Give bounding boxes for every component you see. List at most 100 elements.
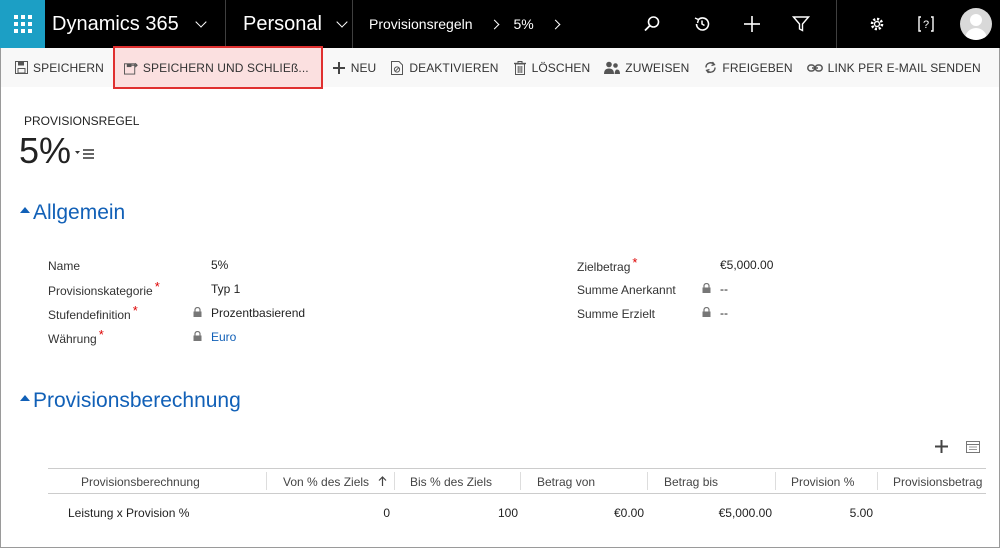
waffle-icon (13, 15, 32, 33)
assign-label: ZUWEISEN (625, 60, 690, 75)
new-button[interactable]: NEU (325, 48, 384, 87)
brand-name: Dynamics 365 (52, 12, 179, 35)
command-bar: SPEICHERN SPEICHERN UND SCHLIEß... NEU D… (1, 46, 1000, 89)
breadcrumb-entity[interactable]: Provisionsregeln (369, 16, 473, 32)
lock-icon (702, 283, 711, 293)
field-label-name: Name (48, 259, 81, 273)
field-value-total-achieved: -- (720, 306, 728, 320)
field-label-currency: Währung * (48, 327, 104, 346)
column-header-commission-percent[interactable]: Provision % (791, 475, 854, 489)
field-value-name[interactable]: 5% (211, 258, 228, 272)
column-header-from-percent[interactable]: Von % des Ziels (283, 475, 387, 489)
settings-gear-icon[interactable] (857, 0, 897, 48)
collapse-triangle-icon (20, 207, 30, 214)
nav-divider (836, 0, 837, 48)
assign-icon (604, 61, 621, 75)
commission-calculation-grid: Provisionsberechnung Von % des Ziels Bis… (48, 468, 986, 534)
cell-to-percent: 100 (497, 506, 518, 520)
chevron-down-icon (336, 15, 348, 28)
area-switcher[interactable]: Personal (226, 0, 352, 48)
save-and-close-label: SPEICHERN UND SCHLIEß... (142, 60, 309, 75)
required-asterisk: * (132, 303, 138, 318)
cell-commission-percent: 5.00 (849, 506, 873, 520)
column-header-amount-to[interactable]: Betrag bis (664, 475, 718, 489)
required-asterisk: * (632, 255, 638, 270)
open-view-list-icon[interactable] (966, 440, 980, 458)
field-value-currency-link[interactable]: Euro (211, 330, 236, 344)
required-asterisk: * (154, 279, 160, 294)
top-navigation-bar: Dynamics 365 Personal Provisionsregeln 5… (0, 0, 1000, 48)
help-icon[interactable]: ? (906, 0, 946, 48)
chevron-down-icon (195, 15, 207, 28)
required-asterisk: * (98, 327, 104, 342)
field-value-tier-definition: Prozentbasierend (211, 306, 306, 320)
lock-icon (193, 331, 202, 341)
entity-type-label: PROVISIONSREGEL (24, 114, 140, 128)
save-icon (14, 61, 28, 75)
field-label-total-achieved: Summe Erzielt (577, 307, 656, 321)
new-label: NEU (350, 60, 377, 75)
form-selector-icon[interactable] (75, 148, 95, 162)
save-label: SPEICHERN (33, 60, 104, 75)
field-value-target-amount[interactable]: €5,000.00 (720, 258, 773, 272)
app-launcher-button[interactable] (0, 0, 45, 48)
save-and-close-button[interactable]: SPEICHERN UND SCHLIEß... (112, 46, 323, 89)
share-button[interactable]: FREIGEBEN (696, 48, 799, 87)
section-title-general: Allgemein (33, 201, 126, 224)
chevron-right-icon[interactable] (550, 19, 561, 29)
deactivate-label: DEAKTIVIEREN (409, 60, 499, 75)
user-avatar[interactable] (960, 8, 992, 40)
app-switcher[interactable]: Dynamics 365 (45, 0, 225, 48)
lock-icon (702, 307, 711, 317)
section-title-calculation: Provisionsberechnung (33, 389, 241, 412)
collapse-triangle-icon (20, 395, 30, 402)
plus-icon (332, 61, 346, 75)
column-header-amount-from[interactable]: Betrag von (537, 475, 595, 489)
add-record-plus-icon[interactable] (935, 440, 948, 458)
column-header-calculation[interactable]: Provisionsberechnung (81, 475, 200, 489)
create-new-icon[interactable] (732, 0, 772, 48)
deactivate-icon (390, 60, 404, 75)
sort-ascending-icon (378, 476, 387, 486)
advanced-find-filter-icon[interactable] (781, 0, 821, 48)
column-header-commission-amount[interactable]: Provisionsbetrag (893, 475, 982, 489)
field-label-total-recognized: Summe Anerkannt (577, 283, 676, 297)
field-value-total-recognized: -- (720, 282, 728, 296)
delete-button[interactable]: LÖSCHEN (506, 48, 598, 87)
section-header-calculation[interactable]: Provisionsberechnung (20, 389, 241, 413)
share-icon (703, 61, 717, 75)
subgrid-toolbar (935, 440, 980, 458)
save-button[interactable]: SPEICHERN (1, 48, 111, 87)
delete-label: LÖSCHEN (531, 60, 591, 75)
chevron-right-icon[interactable] (489, 19, 499, 29)
email-link-label: LINK PER E-MAIL SENDEN (827, 60, 981, 75)
cell-calculation: Leistung x Provision % (68, 506, 190, 520)
field-label-tier-definition: Stufendefinition * (48, 303, 138, 322)
more-commands-button[interactable]: ••• (988, 48, 1000, 87)
lock-icon (193, 307, 202, 317)
deactivate-button[interactable]: DEAKTIVIEREN (383, 48, 505, 87)
cell-from-percent: 0 (383, 506, 390, 520)
area-name: Personal (243, 12, 322, 35)
cell-amount-to: €5,000.00 (718, 506, 772, 520)
breadcrumb: Provisionsregeln 5% (353, 0, 561, 48)
field-value-commission-category[interactable]: Typ 1 (211, 282, 240, 296)
field-label-target-amount: Zielbetrag * (577, 255, 638, 274)
column-header-to-percent[interactable]: Bis % des Ziels (410, 475, 492, 489)
save-close-icon (123, 61, 138, 75)
breadcrumb-record[interactable]: 5% (514, 16, 534, 32)
assign-button[interactable]: ZUWEISEN (597, 48, 696, 87)
share-label: FREIGEBEN (722, 60, 793, 75)
search-icon[interactable] (632, 0, 672, 48)
link-icon (806, 61, 823, 75)
recent-history-icon[interactable] (682, 0, 722, 48)
trash-icon (513, 60, 527, 75)
table-row[interactable]: Leistung x Provision % 0 100 €0.00 €5,00… (48, 494, 986, 534)
record-title: 5% (19, 130, 72, 171)
svg-text:?: ? (923, 19, 929, 31)
field-label-commission-category: Provisionskategorie * (48, 279, 160, 298)
cell-amount-from: €0.00 (613, 506, 644, 520)
email-link-button[interactable]: LINK PER E-MAIL SENDEN (800, 48, 988, 87)
section-header-general[interactable]: Allgemein (20, 201, 125, 225)
grid-header-row: Provisionsberechnung Von % des Ziels Bis… (48, 468, 986, 494)
